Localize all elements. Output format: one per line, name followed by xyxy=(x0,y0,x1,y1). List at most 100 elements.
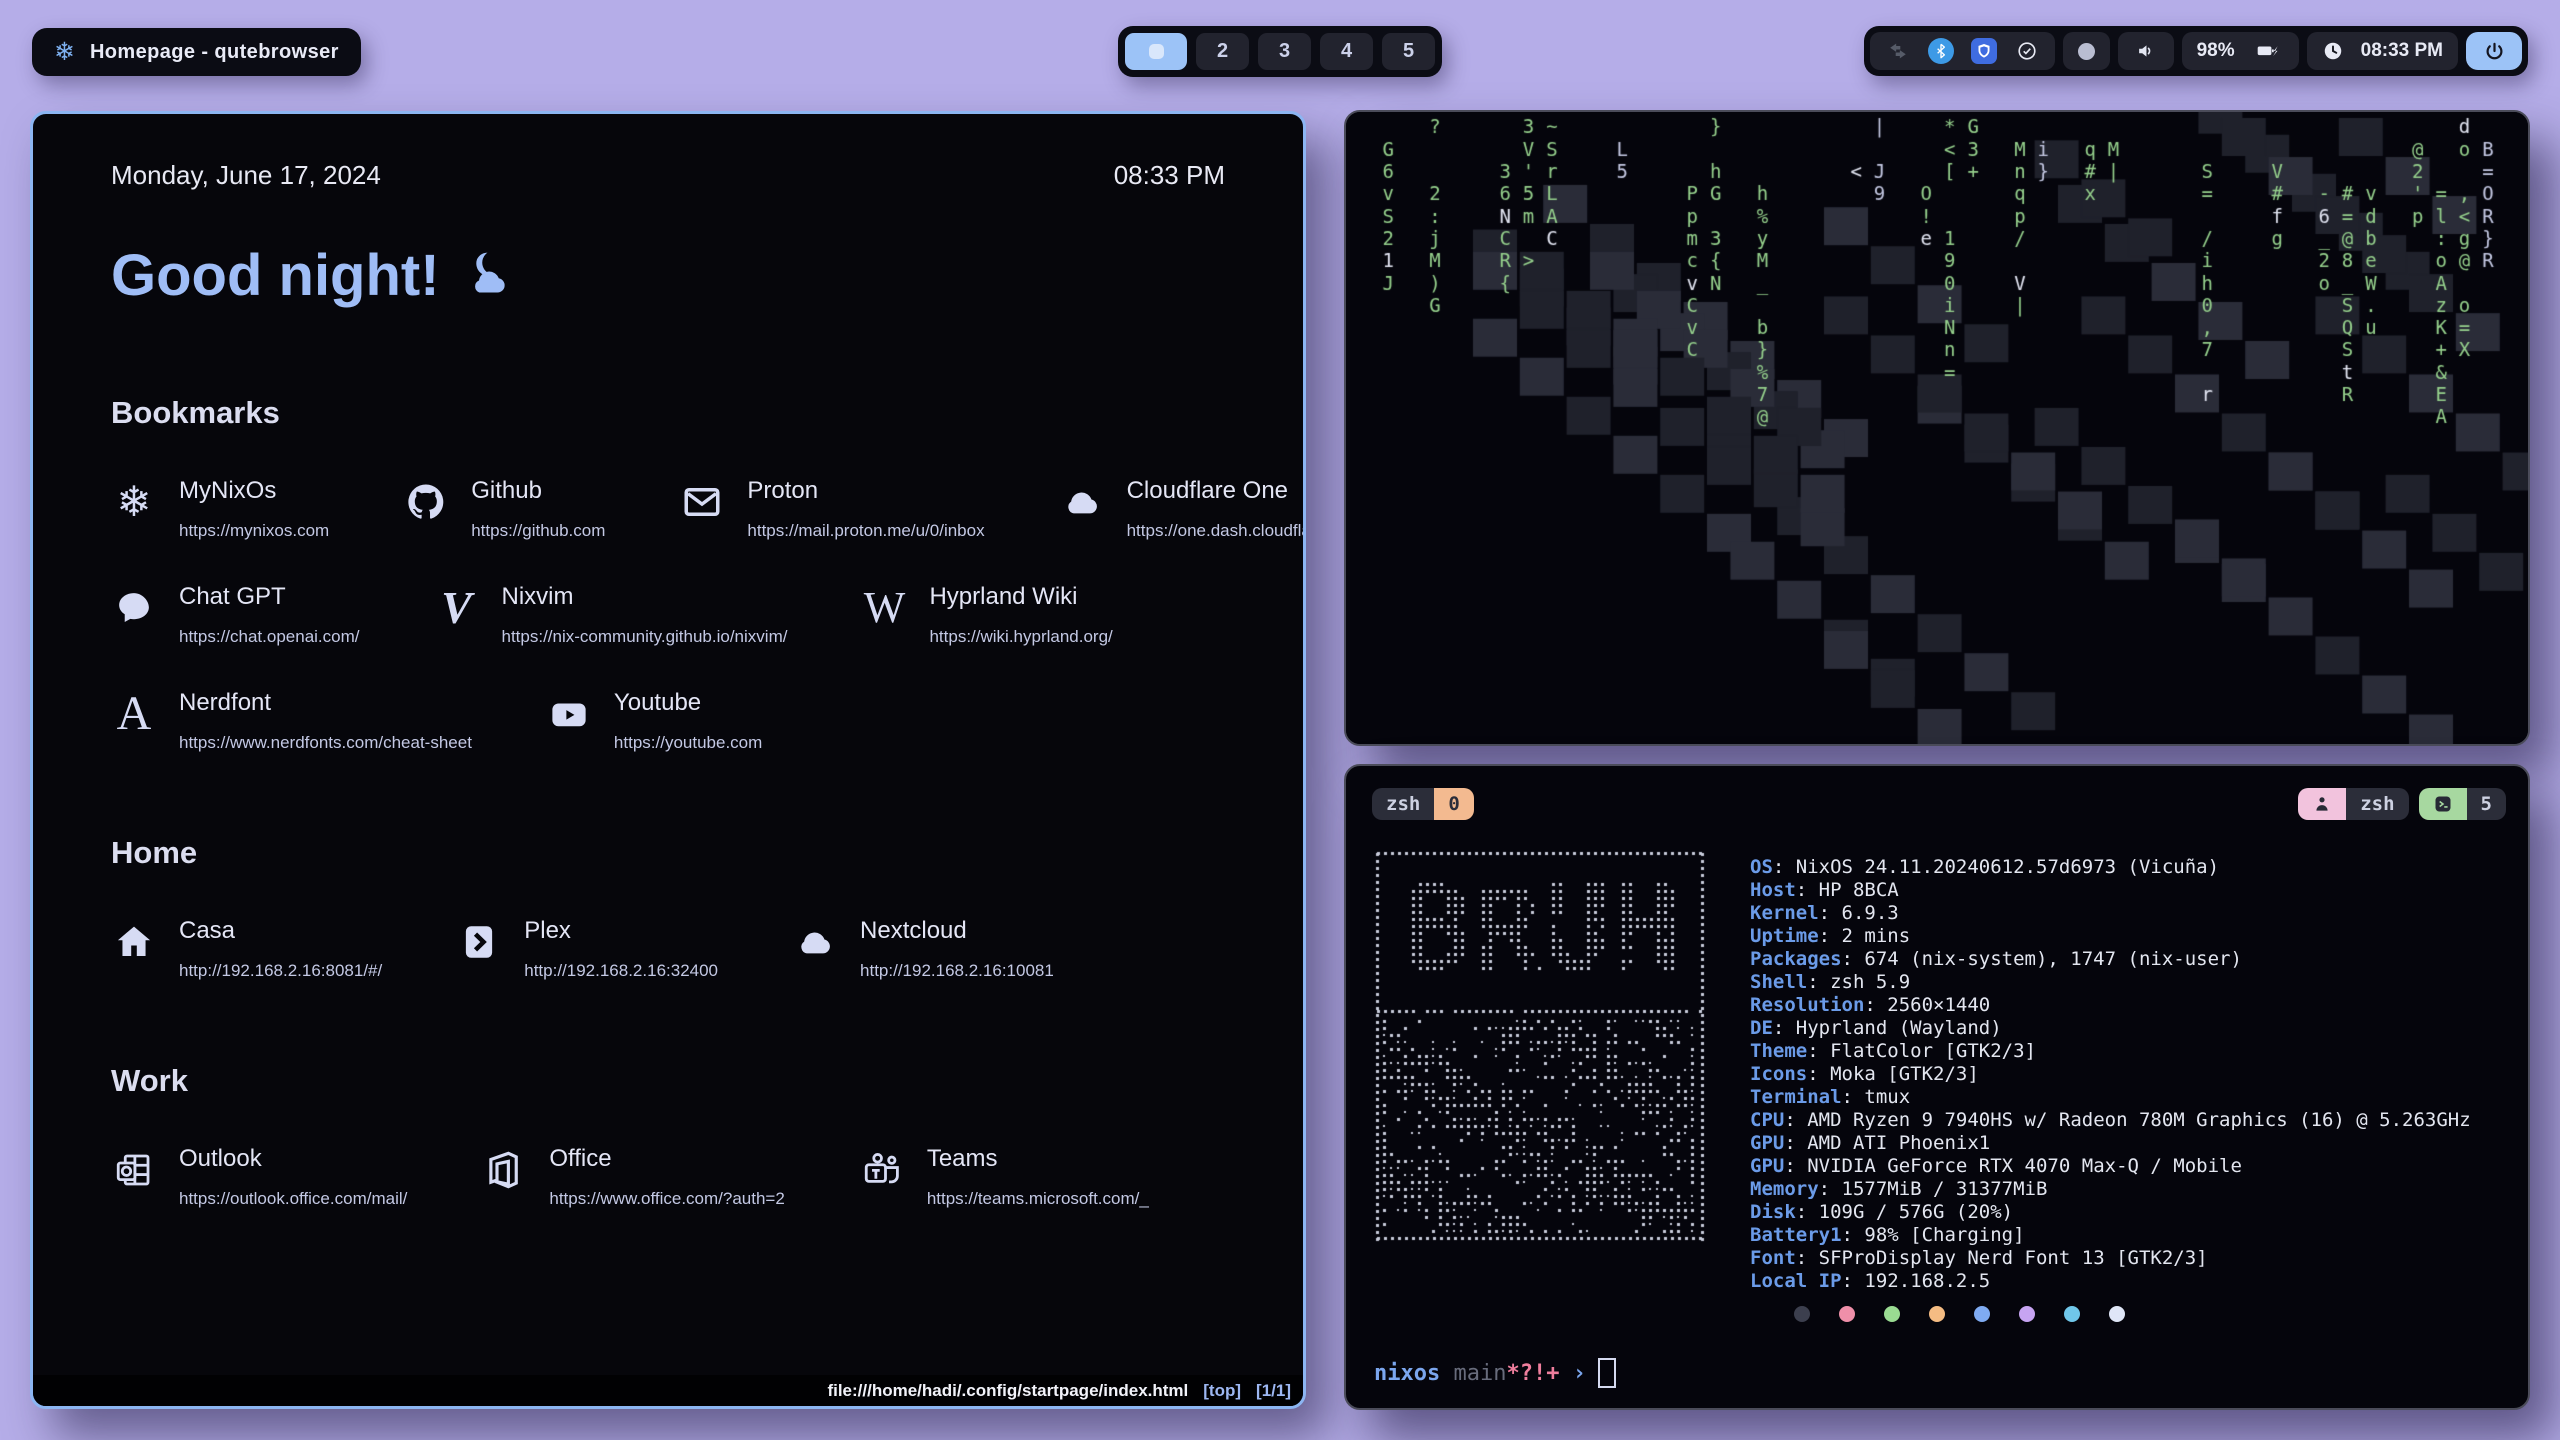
fetch-terminal-window[interactable]: zsh 0 zsh 5 OS: NixOS 24.11.20240612.57d… xyxy=(1344,764,2530,1410)
fetch-info-line: Icons: Moka [GTK2/3] xyxy=(1750,1063,2471,1086)
letter-w-icon: W xyxy=(861,585,907,631)
prompt-arrow: › xyxy=(1559,1361,1586,1386)
startpage: Monday, June 17, 2024 08:33 PM Good nigh… xyxy=(33,114,1303,1209)
time-label: 08:33 PM xyxy=(1114,160,1225,191)
plex-chevron-icon xyxy=(456,919,502,965)
bookmark-title: Office xyxy=(549,1145,784,1173)
prompt-host: nixos xyxy=(1374,1361,1440,1386)
window-title: Homepage - qutebrowser xyxy=(90,41,339,64)
office-icon xyxy=(481,1147,527,1193)
bookmark-item[interactable]: Office https://www.office.com/?auth=2 xyxy=(481,1145,784,1209)
tmux-window-count: 5 xyxy=(2467,788,2506,820)
bookmark-title: Nerdfont xyxy=(179,689,472,717)
palette-color-dot xyxy=(1929,1306,1945,1322)
bookmark-row: A Nerdfont https://www.nerdfonts.com/cheat… xyxy=(111,689,1225,753)
bookmark-item[interactable]: Youtube https://youtube.com xyxy=(546,689,762,753)
tmux-window-tab[interactable]: zsh 0 xyxy=(1372,788,1474,820)
bookmark-url: https://youtube.com xyxy=(614,733,762,753)
fetch-info-line: Resolution: 2560×1440 xyxy=(1750,994,2471,1017)
bookmark-item[interactable]: A Nerdfont https://www.nerdfonts.com/cheat… xyxy=(111,689,472,753)
tmux-window-count-badge[interactable]: 5 xyxy=(2419,788,2506,820)
teams-icon xyxy=(859,1147,905,1193)
fetch-info-line: Local IP: 192.168.2.5 xyxy=(1750,1270,2471,1293)
workspace-button-1[interactable] xyxy=(1125,33,1187,70)
palette-color-dot xyxy=(1884,1306,1900,1322)
clock-icon xyxy=(2322,40,2344,62)
workspace-button-5[interactable]: 5 xyxy=(1382,33,1435,70)
bookmark-item[interactable]: ❄MyNixOshttps://mynixos.com xyxy=(111,477,329,541)
section-bookmarks: Bookmarks ❄MyNixOshttps://mynixos.com Gith… xyxy=(111,395,1225,753)
bookmark-item[interactable]: Plex http://192.168.2.16:32400 xyxy=(456,917,718,981)
volume-icon xyxy=(2133,38,2159,64)
tmux-right-session: zsh xyxy=(2346,788,2408,820)
envelope-icon xyxy=(679,479,725,525)
bookmark-item[interactable]: Casahttp://192.168.2.16:8081/#/ xyxy=(111,917,382,981)
bookmark-item[interactable]: Githubhttps://github.com xyxy=(403,477,605,541)
bookmark-item[interactable]: Teamshttps://teams.microsoft.com/_ xyxy=(859,1145,1149,1209)
bookmark-item[interactable]: Nextcloudhttp://192.168.2.16:10081 xyxy=(792,917,1054,981)
matrix-terminal-window[interactable] xyxy=(1344,110,2530,746)
bookmark-url: http://192.168.2.16:32400 xyxy=(524,961,718,981)
sync-icon[interactable] xyxy=(1885,38,1911,64)
startpage-sections: Bookmarks ❄MyNixOshttps://mynixos.com Gith… xyxy=(111,395,1225,1209)
workspace-button-3[interactable]: 3 xyxy=(1258,33,1311,70)
letter-v-icon: V xyxy=(434,585,480,631)
bookmark-title: Plex xyxy=(524,917,718,945)
bookmark-url: https://www.nerdfonts.com/cheat-sheet xyxy=(179,733,472,753)
section-title: Home xyxy=(111,835,1225,871)
volume-control[interactable] xyxy=(2118,32,2174,70)
bookmark-item[interactable]: Chat GPThttps://chat.openai.com/ xyxy=(111,583,360,647)
palette-color-dot xyxy=(1839,1306,1855,1322)
palette-color-dot xyxy=(2109,1306,2125,1322)
fetch-info-line: OS: NixOS 24.11.20240612.57d6973 (Vicuña… xyxy=(1750,856,2471,879)
fetch-info-line: Kernel: 6.9.3 xyxy=(1750,902,2471,925)
bookmark-item[interactable]: WHyprland Wikihttps://wiki.hyprland.org/ xyxy=(861,583,1112,647)
bookmark-title: Casa xyxy=(179,917,382,945)
matrix-rain-display xyxy=(1346,112,2528,744)
check-circle-icon[interactable] xyxy=(2014,38,2040,64)
statusbar-tab-counter: [1/1] xyxy=(1256,1381,1291,1401)
tmux-user-badge[interactable]: zsh xyxy=(2298,788,2408,820)
power-icon xyxy=(2481,38,2507,64)
fetch-info-line: Shell: zsh 5.9 xyxy=(1750,971,2471,994)
letter-a-icon: A xyxy=(111,691,157,737)
fetch-info-line: Host: HP 8BCA xyxy=(1750,879,2471,902)
shell-prompt[interactable]: nixos main*?!+ › xyxy=(1374,1358,1616,1388)
terminal-icon xyxy=(2419,788,2467,820)
bookmark-url: http://192.168.2.16:10081 xyxy=(860,961,1054,981)
github-icon xyxy=(403,479,449,525)
bookmark-url: https://mynixos.com xyxy=(179,521,329,541)
bookmark-item[interactable]: VNixvimhttps://nix-community.github.io/n… xyxy=(434,583,788,647)
tmux-window-index: 0 xyxy=(1434,788,1473,820)
bookmark-url: https://wiki.hyprland.org/ xyxy=(929,627,1112,647)
clock-widget[interactable]: 08:33 PM xyxy=(2307,32,2458,70)
bookmark-row: Outlookhttps://outlook.office.com/mail/O… xyxy=(111,1145,1225,1209)
shield-icon[interactable] xyxy=(1971,38,1997,64)
terminal-cursor xyxy=(1598,1358,1616,1388)
recording-indicator[interactable] xyxy=(2063,32,2110,70)
recording-dot-icon xyxy=(2078,43,2095,60)
bookmark-item[interactable]: Outlookhttps://outlook.office.com/mail/ xyxy=(111,1145,407,1209)
workspaces: 2345 xyxy=(1118,26,1442,77)
battery-indicator[interactable]: 98% xyxy=(2182,32,2299,70)
power-button[interactable] xyxy=(2466,32,2522,70)
workspace-button-4[interactable]: 4 xyxy=(1320,33,1373,70)
workspace-button-2[interactable]: 2 xyxy=(1196,33,1249,70)
bookmark-item[interactable]: Cloudflare Onehttps://one.dash.cloudflar… xyxy=(1059,477,1306,541)
prompt-git-flags: *?!+ xyxy=(1506,1361,1559,1386)
clock-label: 08:33 PM xyxy=(2361,40,2443,62)
bookmark-item[interactable]: Protonhttps://mail.proton.me/u/0/inbox xyxy=(679,477,984,541)
nix-snowflake-icon: ❄ xyxy=(111,479,157,525)
chat-bubble-icon xyxy=(111,585,157,631)
home-icon xyxy=(111,919,157,965)
fetch-info-line: Terminal: tmux xyxy=(1750,1086,2471,1109)
section-title: Bookmarks xyxy=(111,395,1225,431)
bruh-ascii-art xyxy=(1374,850,1706,1242)
bookmark-title: Youtube xyxy=(614,689,762,717)
bookmark-url: https://www.office.com/?auth=2 xyxy=(549,1189,784,1209)
bookmark-url: https://github.com xyxy=(471,521,605,541)
palette-color-dot xyxy=(2019,1306,2035,1322)
bluetooth-icon[interactable] xyxy=(1928,38,1954,64)
fetch-info-line: Theme: FlatColor [GTK2/3] xyxy=(1750,1040,2471,1063)
cloud-icon xyxy=(792,919,838,965)
